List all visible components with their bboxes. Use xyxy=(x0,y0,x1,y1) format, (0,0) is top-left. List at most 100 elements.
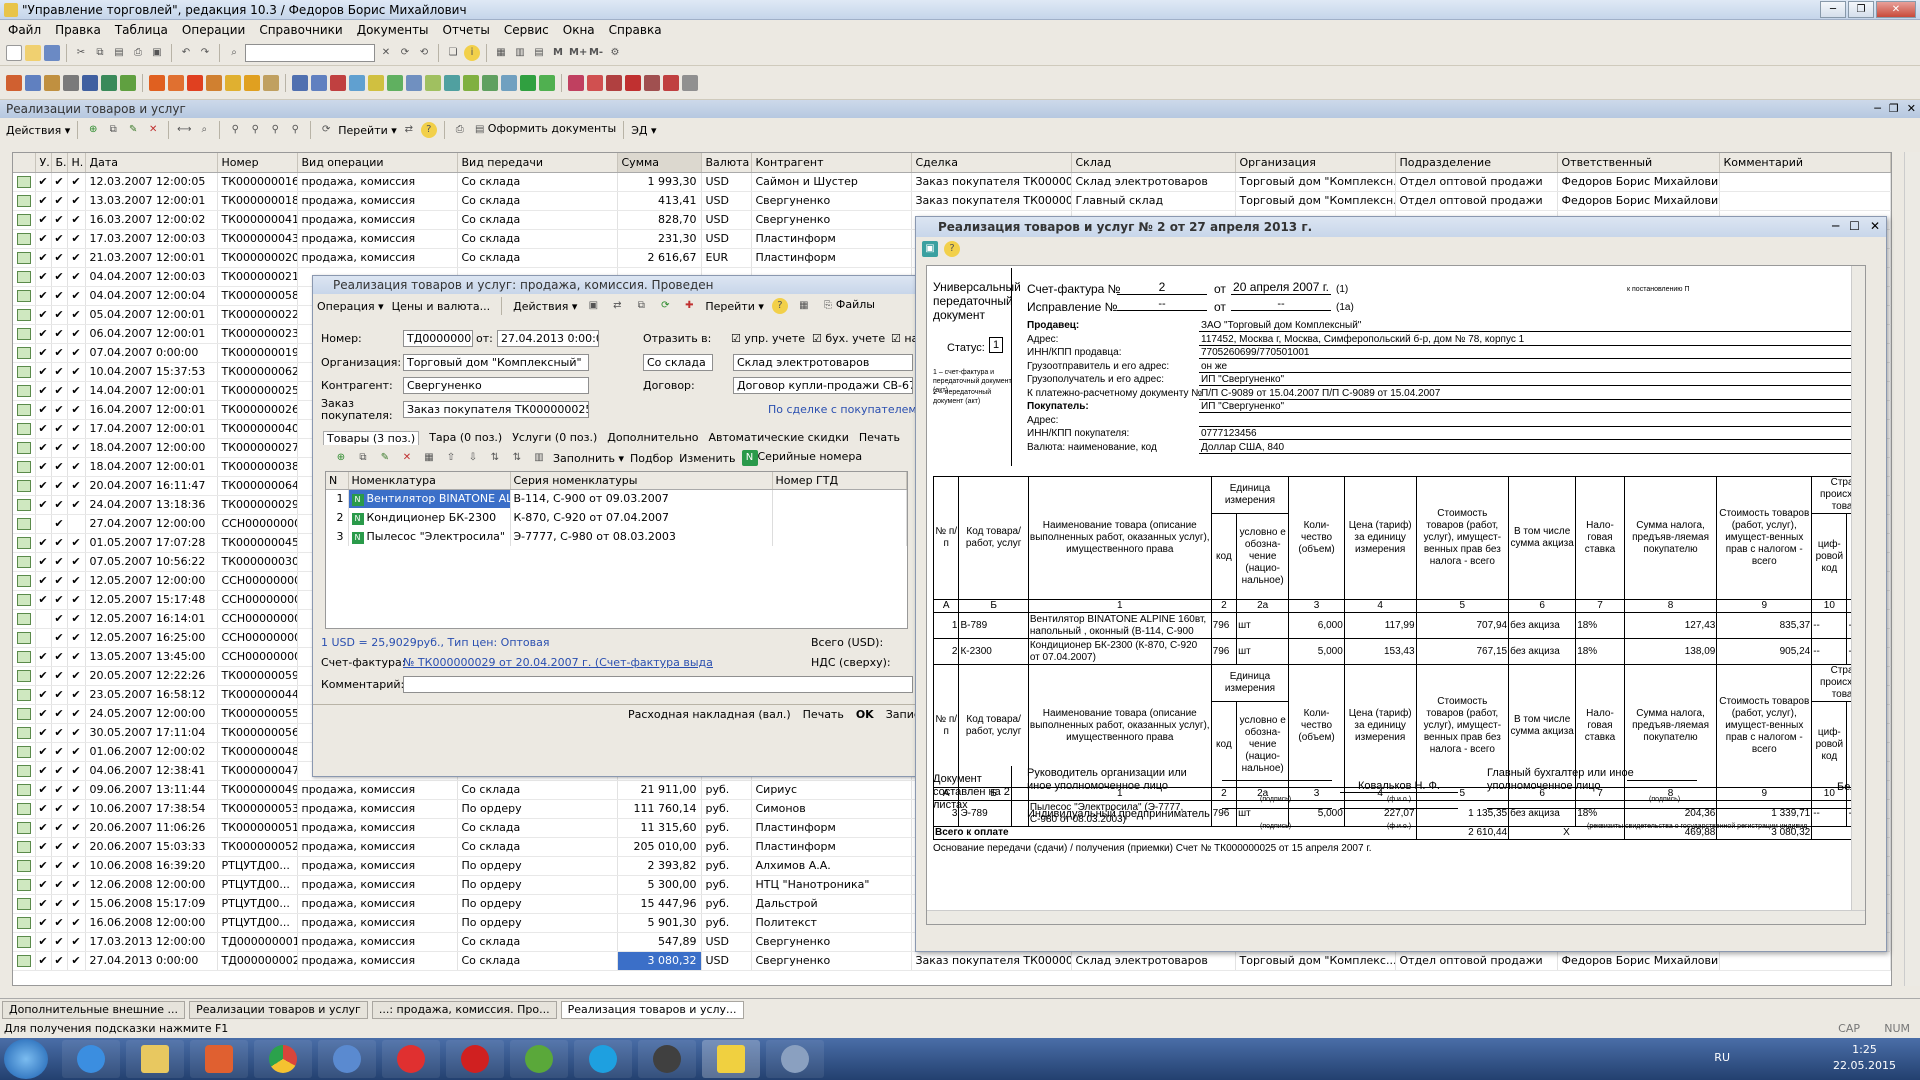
doc-files-button[interactable]: ⎘ Файлы xyxy=(820,298,875,314)
item-sort-desc-icon[interactable]: ⇅ xyxy=(509,450,525,466)
menu-documents[interactable]: Документы xyxy=(357,23,429,37)
serial-numbers-button[interactable]: N Серийные номера xyxy=(741,450,862,466)
money3-icon[interactable] xyxy=(606,74,622,91)
calendar-icon[interactable]: ▤ xyxy=(531,45,547,61)
pf-close-button[interactable]: ✕ xyxy=(1870,219,1880,233)
items-column-header[interactable]: N xyxy=(326,472,349,490)
find-prev-icon[interactable]: ⟲ xyxy=(416,45,432,61)
pf-vertical-scrollbar[interactable] xyxy=(1851,266,1865,910)
change-button[interactable]: Изменить xyxy=(679,452,735,465)
item-add-icon[interactable]: ⊕ xyxy=(333,450,349,466)
doc-post-icon[interactable]: ⇄ xyxy=(609,298,625,314)
items-row[interactable]: 3 N Пылесос "Электросила" Э-7777, С-980 от … xyxy=(326,527,907,546)
truck3-icon[interactable] xyxy=(330,74,346,91)
item-copy-icon[interactable]: ⧉ xyxy=(355,450,371,466)
doc-tasks-icon[interactable]: ✚ xyxy=(681,298,697,314)
start-button[interactable] xyxy=(4,1039,48,1079)
taskbar-yandex[interactable] xyxy=(382,1040,440,1078)
column-header[interactable]: Вид передачи xyxy=(457,153,618,173)
upr-checkbox[interactable]: ☑ упр. учете xyxy=(731,332,805,345)
window-tab-print-form[interactable]: Реализация товаров и услу... xyxy=(560,1000,744,1019)
taskbar-network[interactable] xyxy=(638,1040,696,1078)
delete-icon[interactable]: ✕ xyxy=(145,122,161,138)
taskbar-ie[interactable] xyxy=(62,1040,120,1078)
items-column-header[interactable]: Серия номенклатуры xyxy=(510,472,773,490)
money4-icon[interactable] xyxy=(625,74,641,91)
tab-goods[interactable]: Товары (3 поз.) xyxy=(323,431,420,445)
pf-horizontal-scrollbar[interactable] xyxy=(927,910,1865,924)
search-combo[interactable] xyxy=(245,43,375,62)
tab-auto-discounts[interactable]: Автоматические скидки xyxy=(709,431,849,445)
reports-icon[interactable] xyxy=(101,74,117,91)
tab-print[interactable]: Печать xyxy=(859,431,900,445)
taskbar-1c[interactable] xyxy=(702,1040,760,1078)
menu-table[interactable]: Таблица xyxy=(115,23,168,37)
doc-help-icon[interactable]: ? xyxy=(771,298,788,314)
menu-file[interactable]: Файл xyxy=(8,23,41,37)
taskbar-volume[interactable] xyxy=(318,1040,376,1078)
menu-windows[interactable]: Окна xyxy=(563,23,595,37)
issue-docs-button[interactable]: ▤ Оформить документы xyxy=(472,122,616,138)
item-sort-asc-icon[interactable]: ⇅ xyxy=(487,450,503,466)
list-restore-button[interactable]: ❐ xyxy=(1889,102,1899,115)
print-list-icon[interactable]: ⎙ xyxy=(452,122,468,138)
contract-field[interactable]: Договор купли-продажи СВ-67890 xyxy=(733,377,913,394)
help-icon[interactable]: ? xyxy=(420,122,437,138)
flame4-icon[interactable] xyxy=(206,74,222,91)
doc-print-button[interactable]: Печать xyxy=(803,708,844,721)
column-header[interactable]: Н. xyxy=(67,153,86,173)
doc-actions-menu[interactable]: Действия ▾ xyxy=(513,300,577,313)
column-header[interactable]: Номер xyxy=(217,153,298,173)
flame3-icon[interactable] xyxy=(187,74,203,91)
item-table-icon[interactable]: ▦ xyxy=(421,450,437,466)
window-tab-external[interactable]: Дополнительные внешние ... xyxy=(2,1000,186,1019)
copy-row-icon[interactable]: ⧉ xyxy=(105,122,121,138)
analysis-icon[interactable] xyxy=(120,74,136,91)
money-icon[interactable] xyxy=(568,74,584,91)
comment-field[interactable] xyxy=(403,676,913,693)
menu-catalogs[interactable]: Справочники xyxy=(259,23,342,37)
flame2-icon[interactable] xyxy=(168,74,184,91)
open-icon[interactable] xyxy=(25,44,41,61)
buh-checkbox[interactable]: ☑ бух. учете xyxy=(812,332,885,345)
rate-link[interactable]: 1 USD = 25,9029руб., Тип цен: Оптовая xyxy=(321,636,550,649)
item-barcode-icon[interactable]: ▥ xyxy=(531,450,547,466)
sales-icon[interactable] xyxy=(44,74,60,91)
tab-services[interactable]: Услуги (0 поз.) xyxy=(512,431,597,445)
column-header[interactable]: Сделка xyxy=(911,153,1072,173)
date-field[interactable]: 27.04.2013 0:00:00 xyxy=(497,330,599,347)
refresh-icon[interactable]: ⟳ xyxy=(318,122,334,138)
column-header[interactable]: Вид операции xyxy=(297,153,458,173)
waybill-button[interactable]: Расходная накладная (вал.) xyxy=(628,708,791,721)
windows-icon[interactable]: ❏ xyxy=(445,45,461,61)
doc-structure-icon[interactable]: ⟳ xyxy=(657,298,673,314)
m-plus-icon[interactable]: M+ xyxy=(569,45,587,61)
column-header[interactable]: Контрагент xyxy=(751,153,912,173)
item-up-icon[interactable]: ⇧ xyxy=(443,450,459,466)
bag2-icon[interactable] xyxy=(244,74,260,91)
window-tab-sale-doc[interactable]: ...: продажа, комиссия. Про... xyxy=(371,1000,557,1019)
operation-menu[interactable]: Операция ▾ xyxy=(317,300,384,313)
item-edit-icon[interactable]: ✎ xyxy=(377,450,393,466)
taskbar-skype[interactable] xyxy=(574,1040,632,1078)
column-header[interactable]: Организация xyxy=(1235,153,1396,173)
redo-icon[interactable]: ↷ xyxy=(197,45,213,61)
arrows3-icon[interactable] xyxy=(387,74,403,91)
window-tab-sales-list[interactable]: Реализации товаров и услуг xyxy=(189,1000,368,1019)
invoice-link[interactable]: № ТК000000029 от 20.04.2007 г. (Счет-фак… xyxy=(403,656,713,669)
pf-minimize-button[interactable]: ─ xyxy=(1832,219,1839,233)
taskbar-yandex-browser[interactable] xyxy=(446,1040,504,1078)
arrows-icon[interactable] xyxy=(349,74,365,91)
fill-menu[interactable]: Заполнить ▾ xyxy=(553,452,624,465)
menu-operations[interactable]: Операции xyxy=(182,23,245,37)
table-row[interactable]: ✔ ✔ ✔ 27.04.2013 0:00:00 ТД000000002 продажа,… xyxy=(13,951,1891,971)
doc-grid-icon[interactable]: ▦ xyxy=(796,298,812,314)
filter-list-icon[interactable]: ⚲ xyxy=(267,122,283,138)
clients-icon[interactable] xyxy=(82,74,98,91)
taskbar-tools[interactable] xyxy=(766,1040,824,1078)
find-icon[interactable]: ⌕ xyxy=(196,122,212,138)
print-icon[interactable]: ⎙ xyxy=(130,45,146,61)
table-row[interactable]: ✔ ✔ ✔ 12.03.2007 12:00:05 ТК000000016 продажа… xyxy=(13,172,1891,192)
settings-icon[interactable]: ⚙ xyxy=(607,45,623,61)
filter-off-icon[interactable]: ⚲ xyxy=(287,122,303,138)
